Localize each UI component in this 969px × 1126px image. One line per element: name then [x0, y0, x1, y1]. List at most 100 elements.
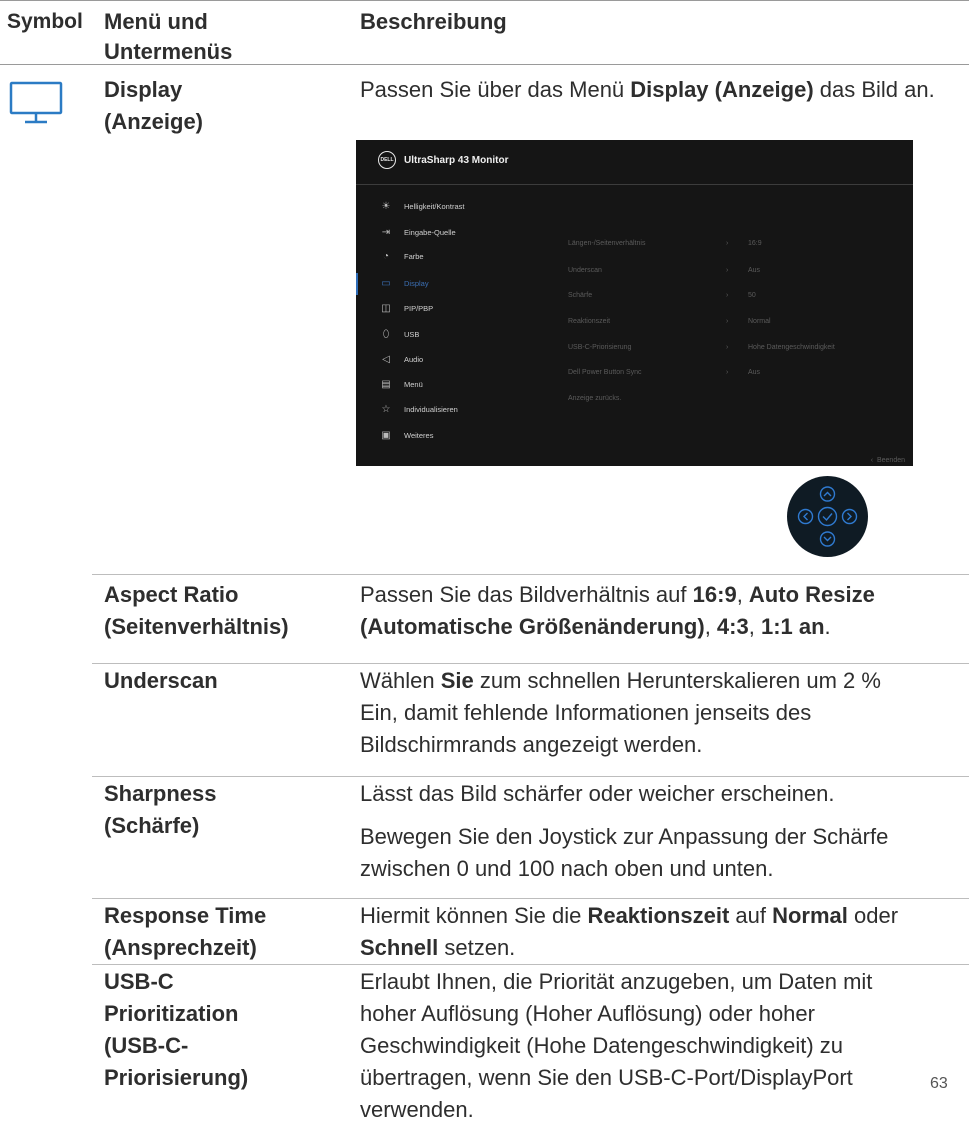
osd-setting-label: Reaktionszeit [568, 318, 611, 325]
osd-menu-label: Helligkeit/Kontrast [404, 202, 465, 211]
desc-text: Wählen [360, 668, 441, 693]
desc-text: . [824, 614, 831, 639]
pip-pbp-icon: ◫ [381, 303, 391, 314]
header-description: Beschreibung [360, 9, 507, 34]
menu-name-response-time: Response Time (Ansprechzeit) [104, 903, 267, 960]
osd-exit-label: Beenden [876, 457, 905, 464]
desc-bold: 1:1 an [760, 614, 825, 639]
chevron-left-icon: ‹ [870, 457, 874, 464]
menu-name-sharpness: Sharpness (Schärfe) [104, 781, 217, 838]
page-number: 63 [930, 1075, 948, 1092]
osd-setting-label: Dell Power Button Sync [568, 369, 642, 376]
star-icon: ☆ [381, 404, 391, 415]
desc-aspect-ratio: Passen Sie das Bildverhältnis auf 16:9, … [360, 579, 960, 643]
osd-exit-button[interactable]: ‹ Beenden [871, 457, 905, 464]
row-rule-response [92, 898, 969, 899]
desc-bold: Display (Anzeige) [630, 77, 814, 102]
desc-text: , [748, 614, 761, 639]
usb-mouse-icon: ⬯ [382, 329, 390, 340]
chevron-right-icon: › [726, 369, 729, 376]
desc-text: , [704, 614, 717, 639]
desc-bold: Reaktionszeit [587, 903, 730, 928]
desc-sharpness-1: Lässt das Bild schärfer oder weicher ers… [360, 781, 835, 806]
desc-usbc: Erlaubt Ihnen, die Priorität anzugeben, … [360, 969, 873, 1122]
osd-menu-label: Eingabe-Quelle [404, 228, 456, 237]
menu-name-aspect-ratio: Aspect Ratio (Seitenverhältnis) [104, 582, 289, 639]
menu-icon: ▤ [381, 379, 391, 390]
others-icon: ▣ [381, 430, 391, 441]
header-symbol: Symbol [7, 10, 83, 33]
joystick-right-icon [841, 508, 858, 525]
speaker-icon: ◁ [382, 354, 390, 365]
joystick-left-icon [797, 508, 814, 525]
osd-setting-label: Anzeige zurücks. [568, 395, 622, 402]
osd-setting-value: Normal [748, 318, 771, 325]
menu-name-underscan: Underscan [104, 668, 218, 693]
osd-menu-label: USB [404, 330, 420, 339]
desc-bold: Sie [440, 668, 474, 693]
row-rule-underscan [92, 663, 969, 664]
menu-name-usbc: USB-C Prioritization (USB-C-Priorisierun… [104, 969, 249, 1090]
osd-setting-value: Hohe Datengeschwindigkeit [748, 344, 835, 351]
chevron-right-icon: › [726, 292, 729, 299]
osd-setting-value: 16:9 [748, 240, 762, 247]
desc-response-time: Hiermit können Sie die Reaktionszeit auf… [360, 900, 920, 964]
osd-setting-response[interactable]: Reaktionszeit › Normal [568, 318, 908, 332]
osd-setting-sharpness[interactable]: Schärfe › 50 [568, 292, 908, 306]
joystick-graphic [787, 476, 868, 557]
osd-menu-item-display[interactable]: ▭ Display [356, 273, 541, 295]
row-rule-usbc [92, 964, 969, 965]
osd-divider [356, 184, 913, 185]
osd-setting-underscan[interactable]: Underscan › Aus [568, 267, 908, 281]
osd-menu-label: Audio [404, 355, 424, 364]
joystick-up-icon [819, 486, 836, 502]
desc-bold: 4:3 [716, 614, 749, 639]
desc-text: das Bild an. [813, 77, 935, 102]
desc-bold: Schnell [360, 935, 439, 960]
joystick-down-icon [819, 531, 836, 547]
osd-setting-usbc[interactable]: USB-C-Priorisierung › Hohe Datengeschwindi… [568, 344, 908, 358]
chevron-right-icon: › [726, 240, 729, 247]
header-menu: Menü und Untermenüs [104, 9, 233, 64]
menu-name-display: Display (Anzeige) [104, 77, 203, 134]
desc-display: Passen Sie über das Menü Display (Anzeig… [360, 74, 960, 106]
osd-menu-item-pip[interactable]: ◫ PIP/PBP [356, 298, 541, 320]
osd-menu-label: Farbe [404, 252, 424, 261]
desc-text: Passen Sie über das Menü [360, 77, 631, 102]
osd-setting-label: Underscan [568, 267, 602, 274]
osd-setting-aspect[interactable]: Längen-/Seitenverhältnis › 16:9 [568, 240, 908, 254]
osd-menu-item-usb[interactable]: ⬯ USB [356, 324, 541, 346]
osd-setting-value: 50 [748, 292, 756, 299]
desc-text: , [736, 582, 749, 607]
chevron-right-icon: › [726, 318, 729, 325]
row-rule-sharpness [92, 776, 969, 777]
osd-title: UltraSharp 43 Monitor [404, 155, 509, 166]
osd-menu-label: Menü [404, 380, 423, 389]
desc-underscan: Wählen Sie zum schnellen Herunterskalier… [360, 665, 900, 761]
active-marker [356, 273, 358, 295]
osd-screenshot: DELL UltraSharp 43 Monitor ☀ Helligkeit/K… [356, 140, 913, 466]
color-palette-icon: ◔ [382, 251, 390, 262]
table-top-rule [0, 0, 969, 1]
desc-bold: Normal [772, 903, 848, 928]
osd-menu-item-personalize[interactable]: ☆ Individualisieren [356, 399, 541, 421]
desc-bold: 16:9 [692, 582, 737, 607]
osd-setting-reset[interactable]: Anzeige zurücks. [568, 395, 908, 409]
display-icon: ▭ [381, 278, 391, 289]
osd-menu-item-input[interactable]: ⇥ Eingabe-Quelle [356, 222, 541, 244]
osd-menu-item-others[interactable]: ▣ Weiteres [356, 425, 541, 447]
desc-text: setzen. [438, 935, 516, 960]
osd-menu-item-audio[interactable]: ◁ Audio [356, 349, 541, 371]
brightness-icon: ☀ [381, 201, 391, 212]
osd-setting-power-sync[interactable]: Dell Power Button Sync › Aus [568, 369, 908, 383]
osd-menu-item-menu[interactable]: ▤ Menü [356, 374, 541, 396]
desc-text: auf [729, 903, 773, 928]
monitor-icon [9, 81, 63, 124]
osd-menu-item-color[interactable]: ◔ Farbe [356, 246, 541, 268]
osd-menu-label: Display [404, 279, 429, 288]
osd-setting-label: Schärfe [568, 292, 593, 299]
osd-menu-label: PIP/PBP [404, 304, 434, 313]
osd-menu-item-brightness[interactable]: ☀ Helligkeit/Kontrast [356, 196, 541, 218]
osd-setting-value: Aus [748, 369, 761, 376]
chevron-right-icon: › [726, 344, 729, 351]
